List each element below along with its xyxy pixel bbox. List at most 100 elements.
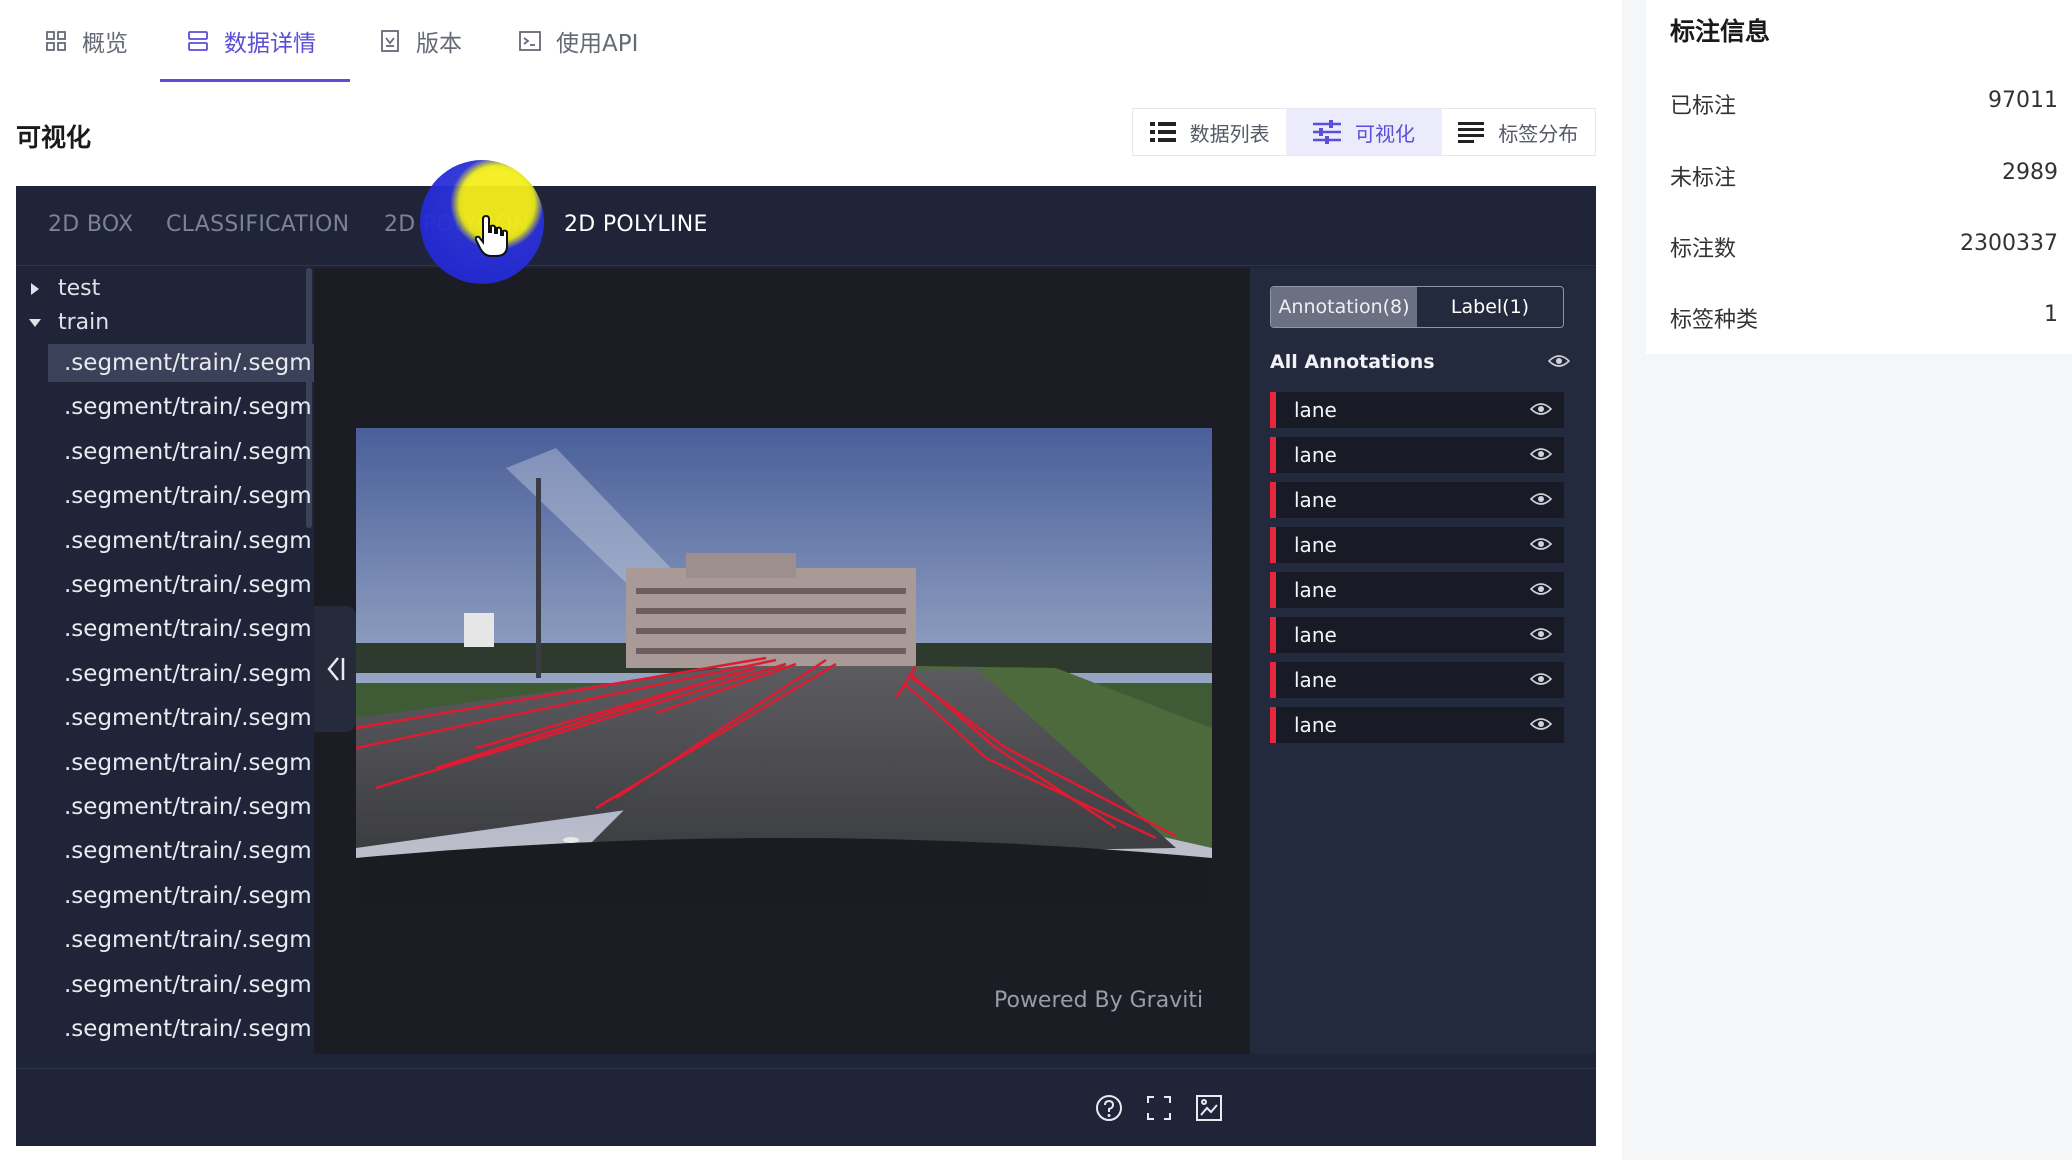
annotation-item[interactable]: lane: [1270, 707, 1564, 743]
info-row-label: 标注数: [1670, 237, 1737, 262]
data-list-label: 数据列表: [1189, 121, 1270, 146]
annotation-item[interactable]: lane: [1270, 437, 1564, 473]
label-tab[interactable]: Label(1): [1417, 287, 1563, 327]
help-icon[interactable]: [1094, 1093, 1124, 1123]
info-row-unlabeled: 未标注 2989: [1670, 160, 2058, 192]
image-canvas[interactable]: Powered By Graviti: [314, 268, 1250, 1054]
eye-icon[interactable]: [1547, 351, 1571, 373]
eye-icon[interactable]: [1529, 626, 1553, 645]
data-list-button[interactable]: 数据列表: [1133, 109, 1288, 155]
tab-2d-polyline[interactable]: 2D POLYLINE: [564, 212, 708, 237]
fullscreen-icon[interactable]: [1144, 1093, 1174, 1123]
viewer-bottom-bar: [16, 1068, 1596, 1146]
info-row-value: 1: [2044, 302, 2058, 327]
file-item[interactable]: .segment/train/.segm...: [48, 699, 314, 737]
annotation-item-label: lane: [1294, 668, 1337, 692]
file-item[interactable]: .segment/train/.segm...: [48, 921, 314, 959]
file-item[interactable]: .segment/train/.segm...: [48, 433, 314, 471]
file-item[interactable]: .segment/train/.segm...: [48, 1010, 314, 1048]
info-row-value: 2300337: [1960, 231, 2058, 256]
annotation-info-card: 标注信息 已标注 97011 未标注 2989 标注数 2300337 标签种类…: [1646, 0, 2072, 354]
visualization-viewer: 2D BOX CLASSIFICATION 2D POLYGON 2D POLY…: [16, 186, 1596, 1146]
eye-icon[interactable]: [1529, 446, 1553, 465]
grid-icon: [46, 31, 66, 51]
eye-icon[interactable]: [1529, 671, 1553, 690]
tab-version-label: 版本: [416, 31, 462, 57]
collapse-sidebar-button[interactable]: [314, 606, 356, 732]
tab-use-api-label: 使用API: [556, 31, 639, 57]
active-tab-indicator: [160, 79, 350, 82]
file-item[interactable]: .segment/train/.segm...: [48, 344, 314, 382]
info-row-labeled: 已标注 97011: [1670, 88, 2058, 120]
annotation-label-toggle: Annotation(8) Label(1): [1270, 286, 1564, 328]
visualize-button[interactable]: 可视化: [1287, 109, 1442, 155]
file-item[interactable]: .segment/train/.segm...: [48, 744, 314, 782]
eye-icon[interactable]: [1529, 491, 1553, 510]
annotation-item-label: lane: [1294, 533, 1337, 557]
annotation-item-label: lane: [1294, 713, 1337, 737]
annotation-item[interactable]: lane: [1270, 482, 1564, 518]
file-item[interactable]: .segment/train/.segm...: [48, 832, 314, 870]
eye-icon[interactable]: [1529, 716, 1553, 735]
file-item[interactable]: .segment/train/.segm...: [48, 388, 314, 426]
file-item[interactable]: .segment/train/.segm...: [48, 788, 314, 826]
all-annotations-label: All Annotations: [1270, 351, 1435, 373]
annotation-item-label: lane: [1294, 578, 1337, 602]
road-image: [356, 428, 1212, 908]
info-row-value: 97011: [1988, 88, 2058, 113]
label-distribution-label: 标签分布: [1498, 121, 1579, 146]
annotation-item[interactable]: lane: [1270, 392, 1564, 428]
collapse-left-icon: [327, 657, 345, 681]
visualize-label: 可视化: [1354, 121, 1415, 146]
sliders-icon: [1312, 120, 1341, 144]
file-item[interactable]: .segment/train/.segm...: [48, 966, 314, 1004]
caret-down-icon: [26, 314, 44, 332]
annotation-panel: Annotation(8) Label(1) All Annotations l…: [1250, 268, 1596, 1054]
annotation-item[interactable]: lane: [1270, 572, 1564, 608]
annotation-item-label: lane: [1294, 488, 1337, 512]
tree-node-test[interactable]: test: [26, 276, 100, 301]
eye-icon[interactable]: [1529, 401, 1553, 420]
eye-icon[interactable]: [1529, 536, 1553, 555]
terminal-icon: [519, 31, 541, 51]
annotation-item[interactable]: lane: [1270, 617, 1564, 653]
section-title: 可视化: [16, 123, 92, 152]
info-title: 标注信息: [1670, 17, 1771, 46]
lines-icon: [1458, 122, 1485, 143]
annotation-item[interactable]: lane: [1270, 662, 1564, 698]
file-item[interactable]: .segment/train/.segm...: [48, 655, 314, 693]
file-item[interactable]: .segment/train/.segm...: [48, 477, 314, 515]
tree-node-train[interactable]: train: [26, 310, 109, 335]
tab-data-details[interactable]: 数据详情: [186, 0, 316, 82]
tab-2d-polygon[interactable]: 2D POLYGON: [384, 212, 529, 237]
annotation-item-label: lane: [1294, 443, 1337, 467]
info-row-value: 2989: [2002, 160, 2058, 185]
label-distribution-button[interactable]: 标签分布: [1442, 109, 1595, 155]
tab-use-api[interactable]: 使用API: [518, 0, 638, 82]
file-item[interactable]: .segment/train/.segm...: [48, 522, 314, 560]
annotation-tab[interactable]: Annotation(8): [1271, 287, 1417, 327]
tab-classification[interactable]: CLASSIFICATION: [166, 212, 349, 237]
file-tree: test train .segment/train/.segm... .segme…: [16, 268, 314, 1054]
database-icon: [188, 31, 208, 51]
file-item[interactable]: .segment/train/.segm...: [48, 610, 314, 648]
tab-data-details-label: 数据详情: [224, 31, 316, 57]
top-nav-tabs: 概览 数据详情 版本 使用API: [0, 0, 1620, 84]
info-row-annotation-count: 标注数 2300337: [1670, 231, 2058, 263]
file-item[interactable]: .segment/train/.segm...: [48, 877, 314, 915]
info-row-label: 未标注: [1670, 166, 1737, 191]
tab-overview[interactable]: 概览: [44, 0, 128, 82]
powered-by-text: Powered By Graviti: [994, 988, 1204, 1013]
annotation-item-label: lane: [1294, 398, 1337, 422]
file-item[interactable]: .segment/train/.segm...: [48, 566, 314, 604]
tree-node-label: train: [58, 310, 110, 335]
all-annotations-header: All Annotations: [1270, 344, 1571, 380]
tab-2d-box[interactable]: 2D BOX: [48, 212, 133, 237]
eye-icon[interactable]: [1529, 581, 1553, 600]
tab-version[interactable]: 版本: [378, 0, 462, 82]
fit-image-icon[interactable]: [1194, 1093, 1224, 1123]
view-switch: 数据列表 可视化 标签分布: [1132, 108, 1596, 156]
annotation-item[interactable]: lane: [1270, 527, 1564, 563]
info-row-label-types: 标签种类 1: [1670, 302, 2058, 334]
caret-right-icon: [26, 280, 44, 298]
